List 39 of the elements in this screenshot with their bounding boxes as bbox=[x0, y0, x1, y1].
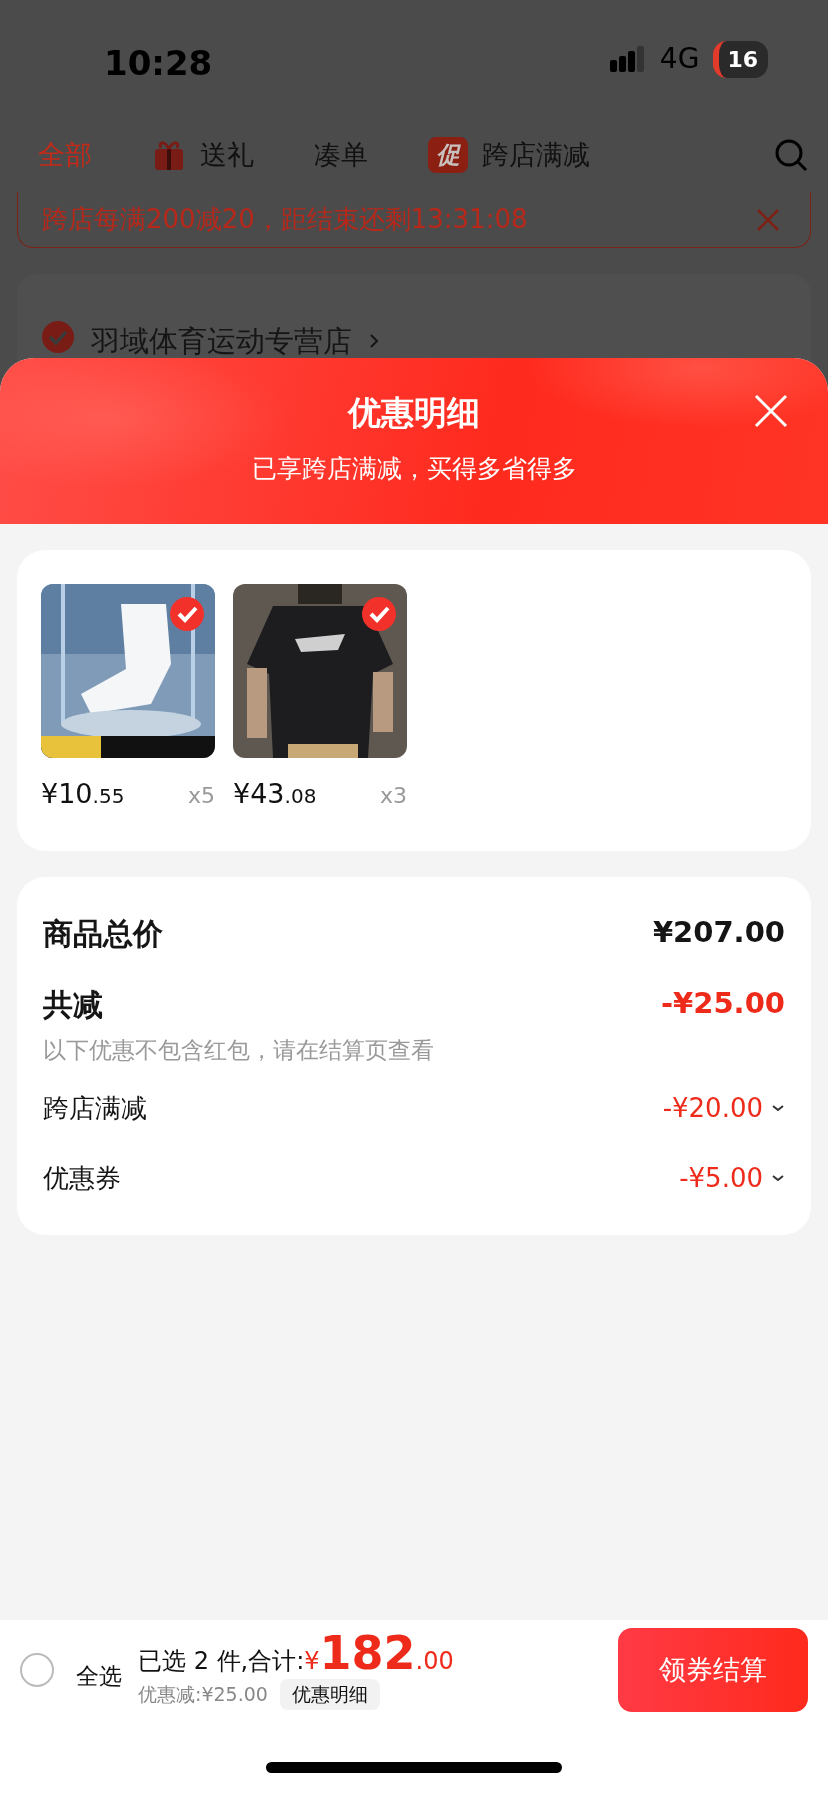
discount-amount: -¥25.00 bbox=[661, 985, 785, 1023]
discount-item-amount[interactable]: -¥5.00 bbox=[679, 1158, 785, 1198]
sheet-subtitle: 已享跨店满减，买得多省得多 bbox=[251, 452, 577, 485]
close-button[interactable] bbox=[754, 394, 788, 428]
checkout-button[interactable]: 领券结算 bbox=[618, 1628, 808, 1712]
chevron-right-icon[interactable] bbox=[368, 332, 380, 350]
chevron-down-icon bbox=[771, 1103, 785, 1113]
check-icon[interactable] bbox=[361, 596, 397, 632]
discount-note: 以下优惠不包含红包，请在结算页查看 bbox=[43, 1035, 435, 1065]
tab[interactable]: 送礼 bbox=[152, 134, 254, 176]
search-icon[interactable] bbox=[774, 138, 808, 172]
product-quantity: x3 bbox=[379, 782, 407, 810]
select-all-radio[interactable] bbox=[20, 1653, 54, 1687]
discount-item-amount[interactable]: -¥20.00 bbox=[662, 1088, 785, 1128]
status-time: 10:28 bbox=[104, 42, 213, 85]
tab[interactable]: 促 跨店满减 bbox=[428, 134, 590, 176]
chevron-down-icon bbox=[771, 1173, 785, 1183]
product-price: ¥43.08 bbox=[233, 777, 317, 811]
promo-text: 跨店每满200减20，距结束还剩13:31:08 bbox=[42, 203, 528, 236]
network-label: 4G bbox=[659, 41, 700, 77]
check-icon[interactable] bbox=[41, 320, 75, 354]
check-icon[interactable] bbox=[169, 596, 205, 632]
discount-summary: 优惠减:¥25.00 bbox=[138, 1682, 268, 1708]
product-price: ¥10.55 bbox=[41, 777, 125, 811]
discount-item-label: 跨店满减 bbox=[43, 1091, 147, 1125]
sheet-title: 优惠明细 bbox=[348, 392, 480, 434]
discount-label: 共减 bbox=[43, 985, 103, 1024]
select-all-label[interactable]: 全选 bbox=[76, 1658, 122, 1694]
battery-level: 16 bbox=[713, 40, 768, 78]
selected-total: 已选 2 件,合计:¥182.00 bbox=[138, 1630, 454, 1680]
product-quantity: x5 bbox=[187, 782, 215, 810]
signal-icon bbox=[609, 46, 646, 72]
total-label: 商品总价 bbox=[43, 914, 163, 953]
discount-detail-button[interactable]: 优惠明细 bbox=[279, 1679, 380, 1710]
tab[interactable]: 凑单 bbox=[314, 134, 368, 176]
total-amount: ¥207.00 bbox=[652, 914, 785, 952]
gift-icon bbox=[152, 138, 186, 172]
discount-item-label: 优惠券 bbox=[43, 1161, 121, 1195]
promo-badge: 促 bbox=[428, 137, 468, 173]
